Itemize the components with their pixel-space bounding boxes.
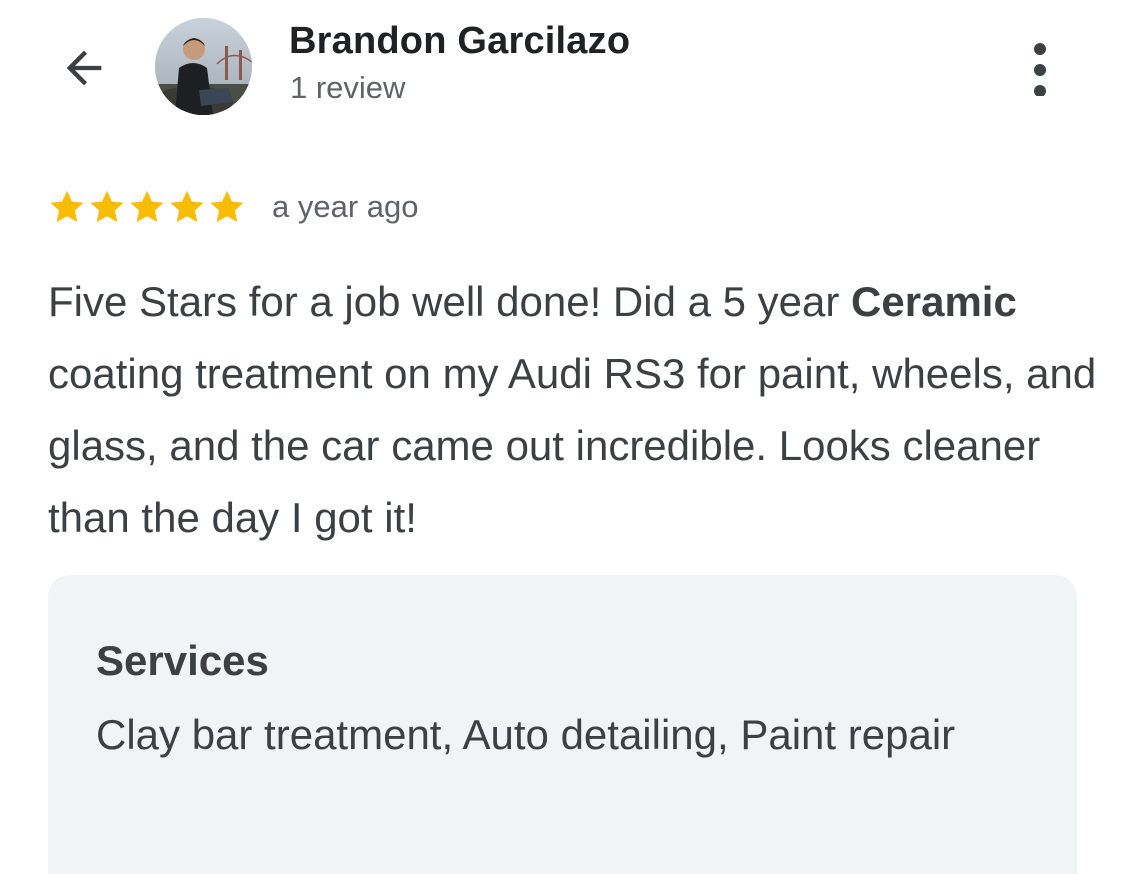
more-options-button[interactable] [1010, 30, 1070, 102]
rating-row: a year ago [48, 184, 419, 230]
reviewer-photo [155, 18, 252, 115]
review-text-tail: coating treatment on my Audi RS3 for pai… [48, 350, 1097, 541]
back-button[interactable] [54, 38, 114, 98]
more-vertical-icon [1034, 43, 1046, 96]
review-date: a year ago [272, 189, 419, 224]
review-text: Five Stars for a job well done! Did a 5 … [48, 266, 1098, 554]
review-text-lead: Five Stars for a job well done! Did a 5 … [48, 278, 852, 325]
avatar[interactable] [155, 18, 252, 115]
star-rating [48, 188, 246, 226]
services-list: Clay bar treatment, Auto detailing, Pain… [96, 711, 956, 758]
star-icon [210, 190, 244, 223]
review-detail-page: Brandon Garcilazo 1 review a year ago Fi… [0, 0, 1125, 874]
star-icon [130, 190, 164, 223]
star-icon [90, 190, 124, 223]
review-count: 1 review [290, 70, 406, 105]
arrow-left-icon [66, 50, 102, 86]
star-icon [50, 190, 84, 223]
star-icon [170, 190, 204, 223]
services-card: Services Clay bar treatment, Auto detail… [48, 575, 1077, 874]
services-title: Services [96, 637, 269, 684]
review-text-bold: Ceramic [851, 278, 1017, 325]
reviewer-name[interactable]: Brandon Garcilazo [289, 20, 630, 63]
